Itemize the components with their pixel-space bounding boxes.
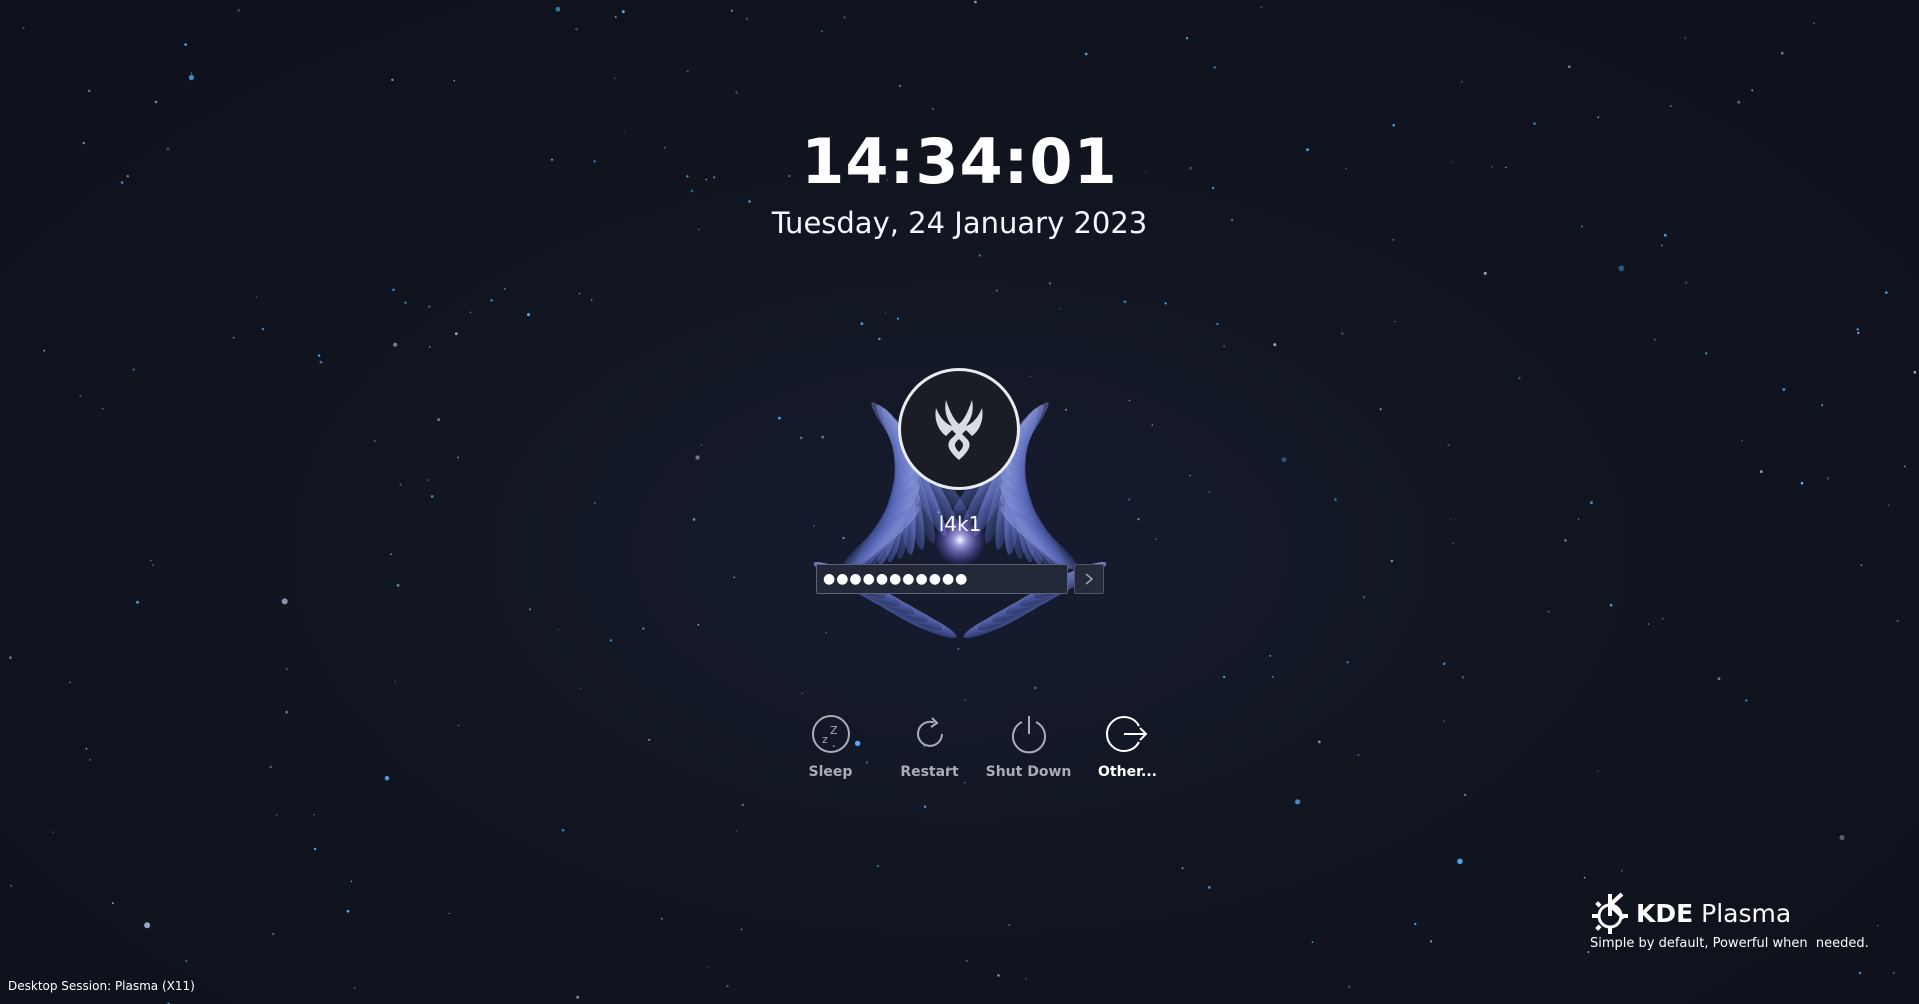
other-label: Other...: [1098, 764, 1157, 780]
kde-plasma-wordmark: KDE Plasma: [1636, 899, 1791, 928]
restart-icon: [908, 712, 952, 756]
sleep-icon: z Z: [809, 712, 853, 756]
kde-plasma-branding: KDE Plasma Simple by default, Powerful w…: [1588, 892, 1869, 952]
phoenix-logo-icon: [935, 400, 983, 460]
restart-label: Restart: [900, 764, 959, 780]
sleep-button[interactable]: z Z Sleep: [781, 712, 880, 780]
clock-time: 14:34:01: [801, 125, 1118, 198]
power-actions: z Z Sleep Restart Shut Down Other...: [781, 712, 1177, 780]
user-avatar[interactable]: [898, 368, 1020, 490]
shutdown-button[interactable]: Shut Down: [979, 712, 1078, 780]
svg-text:z: z: [822, 733, 828, 746]
clock-date: Tuesday, 24 January 2023: [771, 206, 1148, 240]
plasma-wordmark: Plasma: [1693, 898, 1792, 928]
kde-wordmark-bold: KDE: [1636, 898, 1694, 928]
password-field[interactable]: [816, 564, 1068, 594]
other-button[interactable]: Other...: [1078, 712, 1177, 780]
restart-button[interactable]: Restart: [880, 712, 979, 780]
kde-tagline: Simple by default, Powerful when needed.: [1590, 936, 1869, 951]
password-row: [816, 564, 1104, 594]
desktop-session-label: Desktop Session: Plasma (X11): [8, 979, 195, 993]
sleep-label: Sleep: [808, 764, 853, 780]
lock-screen: 14:34:01 Tuesday, 24 January 2023 l4k1 ●…: [0, 0, 1919, 1004]
login-submit-button[interactable]: [1074, 564, 1104, 594]
kde-gear-logo-icon: [1592, 892, 1628, 934]
logout-icon: [1105, 712, 1150, 756]
chevron-right-icon: [1085, 573, 1094, 585]
username-label: l4k1: [938, 512, 982, 536]
shutdown-label: Shut Down: [985, 764, 1072, 780]
svg-text:Z: Z: [830, 724, 838, 737]
power-icon: [1007, 712, 1051, 756]
